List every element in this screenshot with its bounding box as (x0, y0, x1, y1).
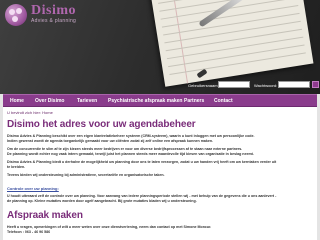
nav-item-over-disimo[interactable]: Over Disimo (35, 98, 64, 104)
nav-item-afspraak[interactable]: Psychiatrische afspraak maken (108, 98, 183, 104)
username-label: Gebruikersnaam: (188, 83, 219, 88)
contact-line: Heeft u vragen, opmerkingen of wilt u me… (7, 225, 212, 229)
login-form: Gebruikersnaam: Wachtwoord: (188, 81, 320, 92)
page-title: Disimo het adres voor uw agendabeheer (7, 119, 196, 130)
password-input[interactable] (278, 81, 310, 88)
nav-item-home[interactable]: Home (10, 98, 24, 104)
nav-item-tarieven[interactable]: Tarieven (77, 98, 97, 104)
logo-mark-icon (5, 4, 27, 26)
login-submit-button[interactable] (312, 81, 319, 88)
password-label: Wachtwoord: (254, 83, 278, 88)
notebook-image (150, 0, 314, 87)
section-title-afspraak: Afspraak maken (7, 210, 83, 221)
intro-line-2: Indien gewenst wordt de agenda toegankel… (7, 139, 214, 143)
main-content: U bevindt zich hier: Home Disimo het adr… (3, 107, 317, 240)
support-line: Tevens bieden wij ondersteuning bij admi… (7, 173, 165, 177)
concurrent-line-1: Om de concurrentie te slim af te zijn ki… (7, 147, 243, 151)
breadcrumb: U bevindt zich hier: Home (7, 110, 53, 115)
logo-tagline: Advies & planning (31, 18, 77, 24)
control-line-2: de planning op. Kleine mutaties worden d… (7, 199, 197, 203)
concurrent-line-2: De planning wordt echter nog vaak intern… (7, 152, 254, 156)
logo-name: Disimo (31, 3, 76, 18)
logo[interactable]: Disimo Advies & planning (5, 3, 91, 26)
main-nav: Home Over Disimo Tarieven Psychiatrische… (3, 94, 317, 107)
control-link[interactable]: Controle over uw planning: (7, 186, 59, 191)
intro-line-1: Disimo Advies & Planning beschikt over e… (7, 134, 255, 138)
header-banner: Disimo Advies & planning Gebruikersnaam:… (0, 0, 320, 94)
username-input[interactable] (218, 81, 250, 88)
control-line-1: U houdt uiteraard zelf de controle over … (7, 194, 277, 198)
nav-item-partners[interactable]: Partners (184, 98, 204, 104)
phone-line: Telefoon : 063 - 46 96 586 (7, 230, 51, 234)
offer-line-1: Disimo Advies & Planning biedt u derhalv… (7, 160, 277, 164)
offer-line-2: te breiden. (7, 165, 26, 169)
nav-item-contact[interactable]: Contact (214, 98, 233, 104)
